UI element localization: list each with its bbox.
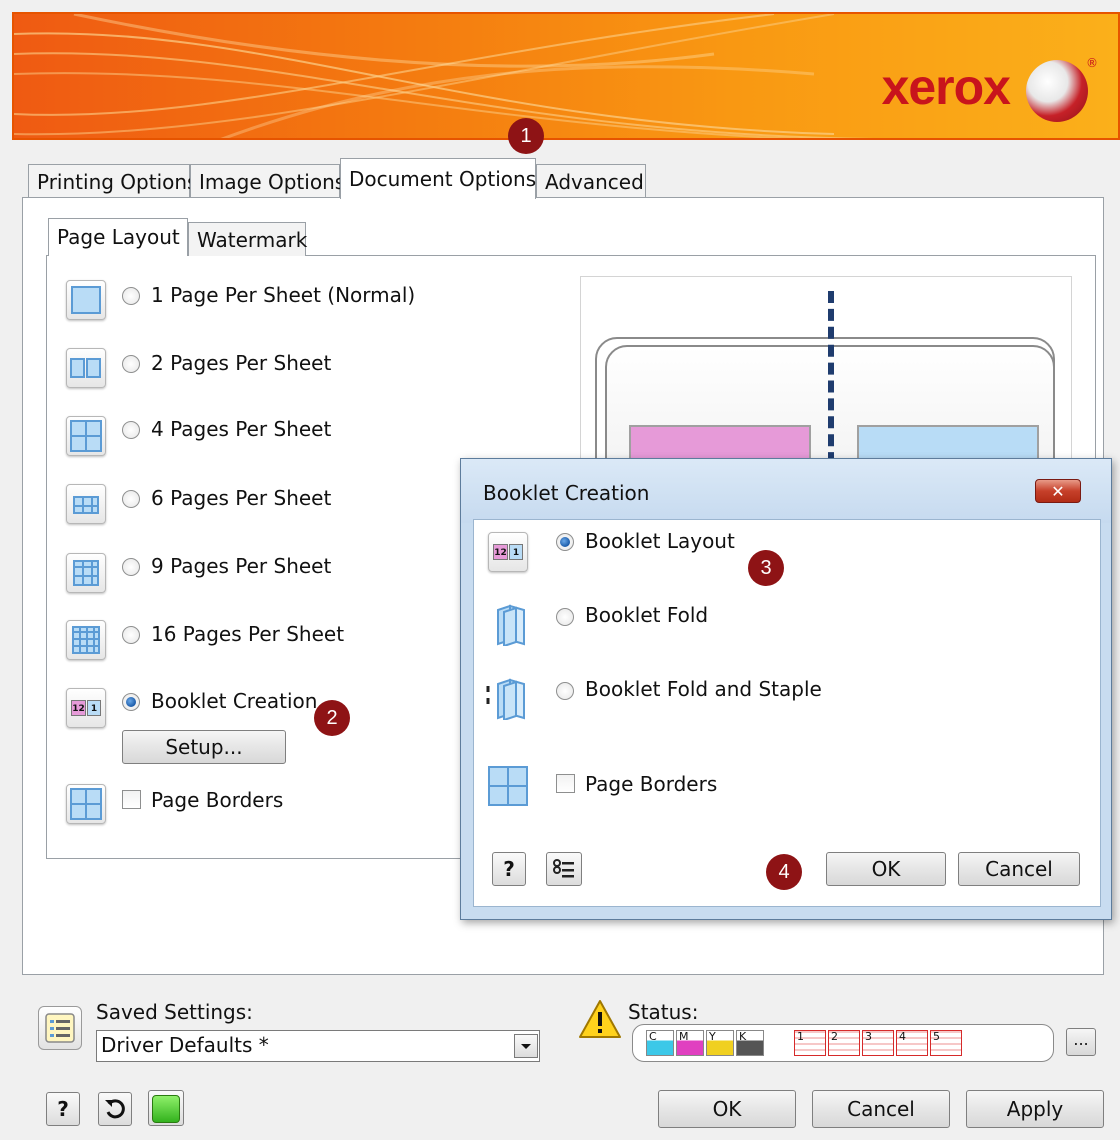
green-square-icon [152, 1095, 180, 1123]
tray-4-indicator: 4 [896, 1030, 928, 1056]
setup-button[interactable]: Setup... [122, 730, 286, 764]
tab-document-options[interactable]: Document Options [340, 158, 536, 199]
toner-label: C [649, 1030, 657, 1043]
tab-advanced[interactable]: Advanced [536, 164, 646, 198]
radio-booklet-layout[interactable] [556, 533, 574, 551]
registered-mark: ® [1086, 56, 1098, 70]
xerox-banner: xerox ® [12, 12, 1120, 140]
booklet-fold-staple-icon [486, 676, 534, 722]
booklet-creation-dialog: Booklet Creation ✕ 12 1 Booklet Layout B… [460, 458, 1112, 920]
radio-booklet-fold[interactable] [556, 608, 574, 626]
tab-image-options[interactable]: Image Options [190, 164, 345, 198]
tray-1-indicator: 1 [794, 1030, 826, 1056]
tray-3-indicator: 3 [862, 1030, 894, 1056]
tray-2-indicator: 2 [828, 1030, 860, 1056]
tray-label: 1 [797, 1030, 804, 1043]
callout-2: 2 [314, 700, 350, 736]
saved-settings-label: Saved Settings: [96, 1000, 253, 1024]
option-label: Booklet Creation [151, 689, 318, 713]
page-borders-label: Page Borders [151, 788, 284, 812]
chevron-down-icon[interactable] [514, 1034, 538, 1058]
callout-3: 3 [748, 550, 784, 586]
cancel-button[interactable]: Cancel [812, 1090, 950, 1128]
option-label: 16 Pages Per Sheet [151, 622, 345, 646]
callout-4: 4 [766, 854, 802, 890]
toner-label: K [739, 1030, 747, 1043]
tray-label: 2 [831, 1030, 838, 1043]
tab-printing-options[interactable]: Printing Options [28, 164, 197, 198]
toner-k-indicator: K [736, 1030, 764, 1056]
toner-c-indicator: C [646, 1030, 674, 1056]
booklet-icon: 12 1 [66, 688, 106, 728]
option-label: 2 Pages Per Sheet [151, 351, 332, 375]
dialog-page-borders-checkbox[interactable] [556, 774, 575, 793]
subtab-watermark[interactable]: Watermark [188, 222, 307, 256]
dialog-list-button[interactable] [546, 852, 582, 886]
radio-booklet-creation[interactable] [122, 693, 140, 711]
radio-6-pages[interactable] [122, 490, 140, 508]
booklet-option-label: Booklet Fold and Staple [585, 677, 822, 701]
xerox-logo-icon [1026, 60, 1088, 122]
page-borders-checkbox[interactable] [122, 790, 141, 809]
booklet-option-label: Booklet Layout [585, 529, 735, 553]
saved-settings-select[interactable]: Driver Defaults * [96, 1030, 540, 1062]
radio-2-pages[interactable] [122, 355, 140, 373]
radio-4-pages[interactable] [122, 421, 140, 439]
dialog-cancel-button[interactable]: Cancel [958, 852, 1080, 886]
dialog-title: Booklet Creation [483, 481, 650, 505]
saved-settings-icon [38, 1006, 82, 1050]
dialog-page-borders-icon [488, 766, 530, 808]
tray-label: 4 [899, 1030, 906, 1043]
radio-1-page[interactable] [122, 287, 140, 305]
tray-5-indicator: 5 [930, 1030, 962, 1056]
pages-6-icon [66, 484, 106, 524]
list-icon [553, 859, 574, 878]
toner-y-indicator: Y [706, 1030, 734, 1056]
toner-label: M [679, 1030, 689, 1043]
radio-16-pages[interactable] [122, 626, 140, 644]
dialog-content: 12 1 Booklet Layout Booklet Fold Booklet… [473, 519, 1101, 907]
radio-9-pages[interactable] [122, 558, 140, 576]
booklet-fold-icon [492, 602, 532, 648]
booklet-option-label: Booklet Fold [585, 603, 709, 627]
pages-4-icon [66, 416, 106, 456]
help-button[interactable]: ? [46, 1092, 80, 1126]
ok-button[interactable]: OK [658, 1090, 796, 1128]
reset-button[interactable] [98, 1092, 132, 1126]
toner-m-indicator: M [676, 1030, 704, 1056]
dialog-ok-button[interactable]: OK [826, 852, 946, 886]
status-label: Status: [628, 1000, 699, 1024]
undo-icon [105, 1099, 125, 1119]
tray-label: 5 [933, 1030, 940, 1043]
pages-2-icon [66, 348, 106, 388]
option-label: 6 Pages Per Sheet [151, 486, 332, 510]
green-status-button[interactable] [148, 1090, 184, 1126]
callout-1: 1 [508, 118, 544, 154]
radio-booklet-fold-staple[interactable] [556, 682, 574, 700]
subtab-page-layout[interactable]: Page Layout [48, 218, 188, 256]
option-label: 4 Pages Per Sheet [151, 417, 332, 441]
status-more-button[interactable]: ... [1066, 1028, 1096, 1056]
tray-label: 3 [865, 1030, 872, 1043]
warning-icon [578, 998, 622, 1040]
pages-16-icon [66, 620, 106, 660]
apply-button[interactable]: Apply [966, 1090, 1104, 1128]
option-label: 9 Pages Per Sheet [151, 554, 332, 578]
dialog-page-borders-label: Page Borders [585, 772, 718, 796]
close-icon[interactable]: ✕ [1035, 479, 1081, 503]
toner-label: Y [709, 1030, 716, 1043]
xerox-logo-text: xerox [881, 59, 1011, 115]
booklet-layout-icon: 12 1 [488, 532, 528, 572]
page-1-icon [66, 280, 106, 320]
page-borders-icon [66, 784, 106, 824]
dialog-help-button[interactable]: ? [492, 852, 526, 886]
option-label: 1 Page Per Sheet (Normal) [151, 283, 416, 307]
pages-9-icon [66, 553, 106, 593]
